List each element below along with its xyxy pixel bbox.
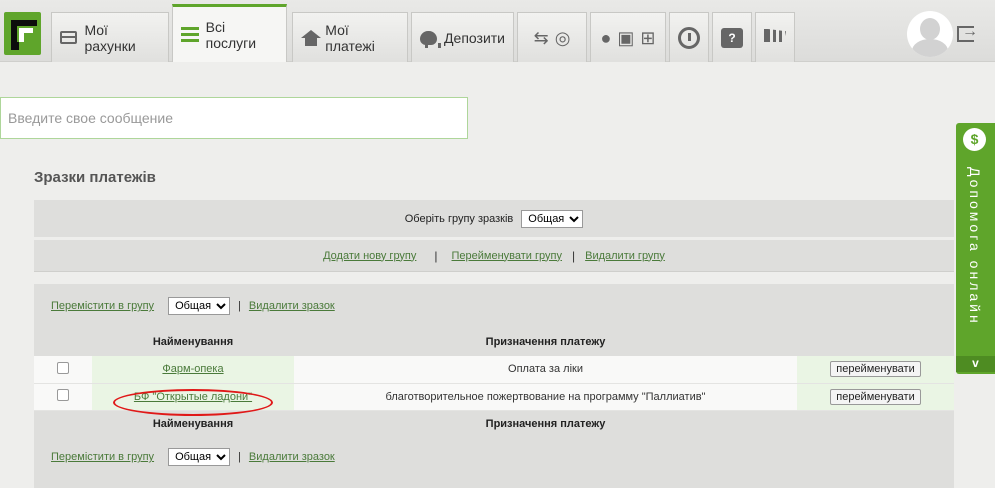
delete-sample-link[interactable]: Видалити зразок (249, 451, 335, 463)
column-header-actions (797, 328, 954, 356)
windows-icon: ⊞ (640, 27, 656, 48)
row-name-cell: Фарм-опека (92, 356, 294, 384)
samples-table: Найменування Призначення платежу Фарм-оп… (34, 328, 954, 438)
tab-mobile-platforms[interactable]: ● ▣ ⊞ (590, 12, 666, 62)
table-row: Фарм-опека Оплата за ліки перейменувати (34, 356, 954, 384)
tab-my-payments[interactable]: Мої платежі (292, 12, 408, 62)
row-checkbox-cell (34, 383, 92, 411)
table-row: БФ "Открытые ладони" благотворительное п… (34, 383, 954, 411)
group-actions-bar: Додати нову групу | Перейменувати групу … (34, 240, 954, 272)
group-selector-bar: Оберіть групу зразків Общая (34, 200, 954, 237)
delete-group-link[interactable]: Видалити групу (585, 250, 665, 262)
row-action-cell: перейменувати (797, 356, 954, 384)
table-header: Найменування Призначення платежу (34, 328, 954, 356)
tab-my-accounts[interactable]: Мої рахунки (51, 12, 169, 62)
cart-icon (764, 28, 786, 42)
separator: | (238, 451, 241, 463)
column-header-checkbox (34, 410, 92, 438)
avatar-body (912, 39, 948, 57)
rename-sample-button[interactable]: перейменувати (830, 361, 921, 378)
tab-label: Мої рахунки (84, 21, 136, 54)
separator: | (238, 300, 241, 312)
sample-actions-top: Перемістити в групу Общая | Видалити зра… (34, 284, 954, 328)
logo-mark-inner (19, 28, 33, 42)
row-purpose: Оплата за ліки (294, 356, 797, 384)
apple-icon: ● (600, 27, 612, 48)
row-checkbox[interactable] (57, 389, 69, 401)
column-header-purpose: Призначення платежу (485, 336, 606, 348)
android-icon: ▣ (617, 27, 635, 48)
separator: | (434, 248, 438, 263)
page-title: Зразки платежів (34, 169, 156, 186)
separator: | (571, 248, 576, 263)
list-icon (181, 27, 199, 42)
column-header-actions (797, 410, 954, 438)
row-purpose: благотворительное пожертвование на прогр… (294, 383, 797, 411)
move-to-group-link[interactable]: Перемістити в групу (51, 300, 154, 312)
row-action-cell: перейменувати (797, 383, 954, 411)
tab-help[interactable]: ? (712, 12, 752, 62)
globe-icon: ◎ (554, 27, 571, 48)
samples-panel: Перемістити в групу Общая | Видалити зра… (34, 284, 954, 488)
move-group-select[interactable]: Общая (168, 297, 231, 315)
column-header-name: Найменування (152, 418, 234, 431)
history-icon (678, 26, 700, 49)
top-navigation: Мої рахунки Всі послуги Мої платежі Депо… (0, 0, 995, 62)
logo-mark-square (11, 42, 19, 50)
avatar-head (920, 18, 940, 40)
rename-sample-button[interactable]: перейменувати (830, 388, 921, 405)
tab-cart[interactable] (755, 12, 795, 62)
column-header-checkbox (34, 328, 92, 356)
message-input[interactable] (0, 97, 468, 139)
tab-deposits[interactable]: Депозити (411, 12, 514, 62)
avatar[interactable] (907, 11, 953, 57)
add-group-link[interactable]: Додати нову групу (323, 250, 416, 262)
help-widget-label: Допомога онлайн (967, 167, 983, 326)
tab-transport[interactable]: ⇆ ◎ (517, 12, 587, 62)
tab-history[interactable] (669, 12, 709, 62)
row-name-cell: БФ "Открытые ладони" (92, 383, 294, 411)
column-header-name: Найменування (152, 336, 234, 348)
logout-icon[interactable] (957, 23, 978, 42)
tab-label: Депозити (444, 29, 505, 46)
column-header-purpose: Призначення платежу (485, 418, 606, 431)
row-checkbox[interactable] (57, 361, 69, 374)
dollar-coin-icon: $ (963, 128, 986, 151)
tab-label: Мої платежі (325, 21, 375, 54)
move-to-group-link[interactable]: Перемістити в групу (51, 451, 154, 463)
rename-group-link[interactable]: Перейменувати групу (452, 250, 562, 262)
online-help-widget[interactable]: $ Допомога онлайн v (956, 123, 995, 374)
card-icon (60, 31, 78, 44)
delete-sample-link[interactable]: Видалити зразок (249, 300, 335, 312)
group-selector-label: Оберіть групу зразків (404, 212, 514, 225)
chevron-down-icon[interactable]: v (956, 356, 995, 372)
home-icon (301, 29, 322, 46)
row-checkbox-cell (34, 356, 92, 384)
table-footer-header: Найменування Призначення платежу (34, 410, 954, 438)
sample-name-link[interactable]: Фарм-опека (162, 363, 223, 375)
sample-actions-bottom: Перемістити в групу Общая | Видалити зра… (34, 438, 954, 476)
piggy-bank-icon (420, 30, 442, 48)
tab-label: Всі послуги (205, 18, 257, 51)
group-select[interactable]: Общая (521, 209, 584, 228)
help-question-icon: ? (721, 27, 743, 48)
sample-name-link[interactable]: БФ "Открытые ладони" (134, 391, 252, 403)
transport-icon: ⇆ (533, 27, 549, 48)
tab-all-services[interactable]: Всі послуги (172, 4, 287, 62)
move-group-select[interactable]: Общая (168, 448, 231, 466)
bank-logo[interactable] (4, 12, 41, 55)
